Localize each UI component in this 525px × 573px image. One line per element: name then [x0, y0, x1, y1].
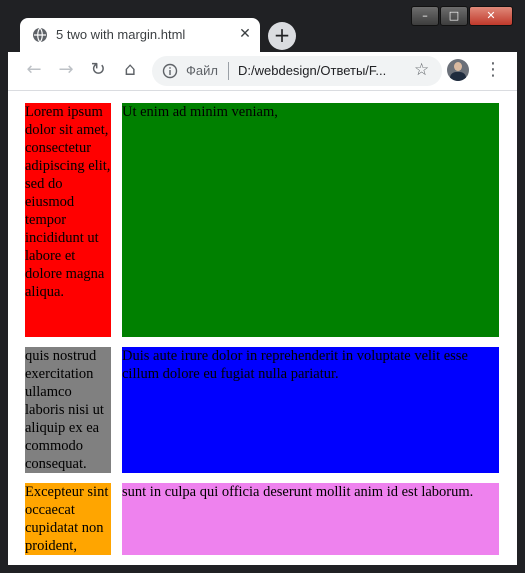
url-text[interactable]: D:/webdesign/Ответы/F...: [238, 63, 408, 78]
forward-button[interactable]: →: [54, 58, 78, 82]
avatar-head: [454, 62, 462, 71]
cell-green: Ut enim ad minim veniam,: [122, 103, 499, 337]
back-button[interactable]: ←: [22, 58, 46, 82]
cell-gray: quis nostrud exercitation ullamco labori…: [25, 347, 111, 473]
avatar[interactable]: [447, 59, 469, 81]
browser-toolbar: ← → ↻ ⌂ Файл D:/webdesign/Ответы/F... ☆ …: [8, 52, 517, 90]
address-bar[interactable]: Файл D:/webdesign/Ответы/F... ☆: [152, 56, 442, 86]
window-frame-bottom: [0, 565, 525, 573]
tab-close-icon[interactable]: ✕: [236, 25, 254, 43]
tab-active[interactable]: 5 two with margin.html ✕: [20, 18, 260, 52]
maximize-button[interactable]: □: [440, 6, 468, 26]
browser-menu-button[interactable]: ⋮: [484, 58, 502, 82]
new-tab-button[interactable]: +: [268, 22, 296, 50]
tab-strip: 5 two with margin.html ✕ + – □ ✕: [0, 0, 525, 52]
cell-red: Lorem ipsum dolor sit amet, consectetur …: [25, 103, 111, 337]
close-window-button[interactable]: ✕: [469, 6, 513, 26]
scheme-label: Файл: [186, 63, 218, 78]
browser-window: 5 two with margin.html ✕ + – □ ✕ ← → ↻ ⌂…: [0, 0, 525, 573]
tab-title: 5 two with margin.html: [56, 27, 186, 42]
omnibox-divider: [228, 62, 229, 80]
cell-orange: Excepteur sint occaecat cupidatat non pr…: [25, 483, 111, 555]
window-controls: – □ ✕: [410, 6, 513, 26]
cell-blue: Duis aute irure dolor in reprehenderit i…: [122, 347, 499, 473]
cell-violet: sunt in culpa qui officia deserunt molli…: [122, 483, 499, 555]
bookmark-star-icon[interactable]: ☆: [414, 60, 429, 80]
globe-icon: [32, 27, 48, 43]
avatar-body: [450, 72, 466, 81]
page-viewport: Lorem ipsum dolor sit amet, consectetur …: [8, 90, 517, 565]
reload-button[interactable]: ↻: [86, 58, 110, 82]
info-icon[interactable]: [162, 63, 178, 79]
home-button[interactable]: ⌂: [118, 58, 142, 82]
minimize-button[interactable]: –: [411, 6, 439, 26]
